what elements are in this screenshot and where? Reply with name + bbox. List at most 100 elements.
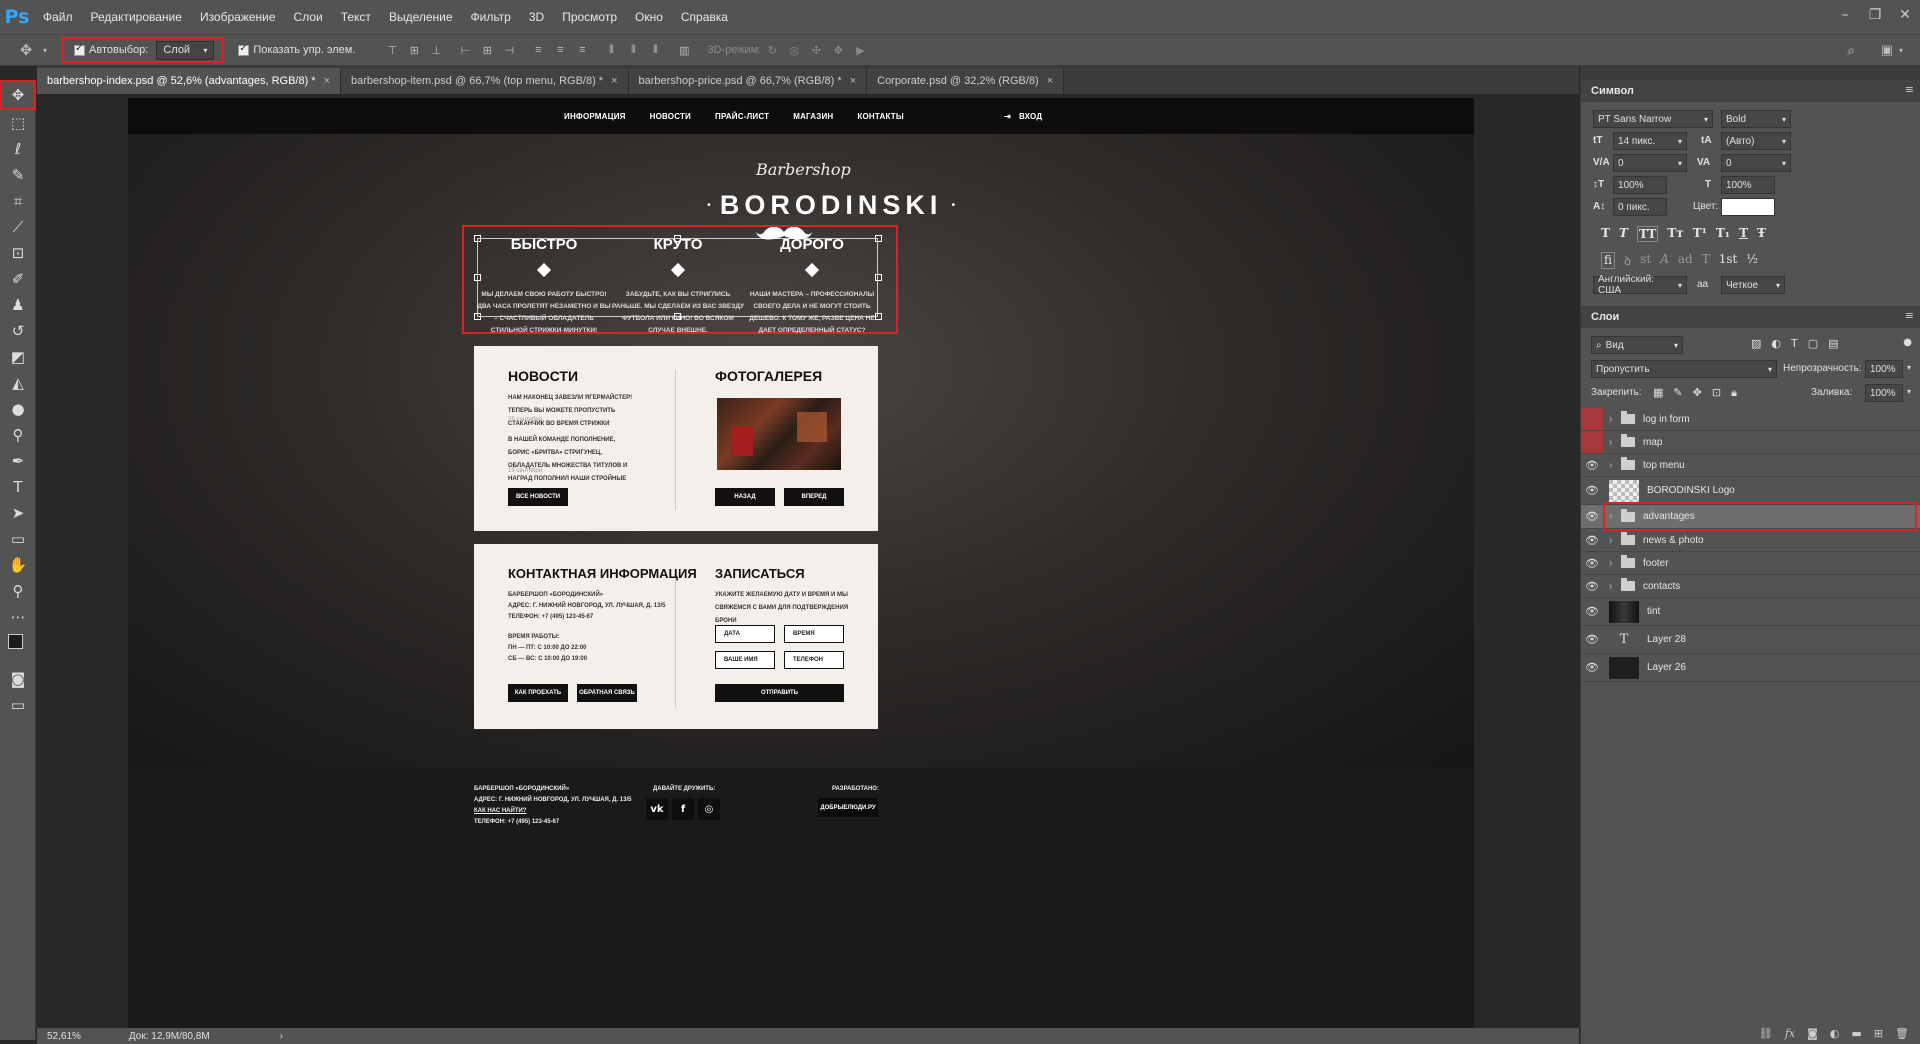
filter-smart-icon[interactable]: ▤ bbox=[1828, 337, 1838, 350]
eye-icon[interactable]: 👁︎ bbox=[1581, 661, 1603, 674]
paint-bucket-tool-icon[interactable]: ◭ bbox=[0, 370, 36, 396]
search-icon[interactable]: ⌕ bbox=[1843, 42, 1859, 58]
tab-barbershop-index[interactable]: barbershop-index.psd @ 52,6% (advantages… bbox=[37, 68, 342, 94]
distribute-vcenter-icon[interactable]: ≡ bbox=[552, 42, 568, 58]
subscript-button[interactable]: T₁ bbox=[1716, 226, 1730, 242]
layer-row[interactable]: › log in form bbox=[1581, 408, 1920, 431]
dodge-tool-icon[interactable]: ⚲ bbox=[0, 422, 36, 448]
layer-row[interactable]: 👁︎ › footer bbox=[1581, 552, 1920, 575]
close-icon[interactable]: × bbox=[324, 75, 330, 87]
layer-row[interactable]: 👁︎ Layer 26 bbox=[1581, 654, 1920, 682]
3d-pan-icon[interactable]: ✣ bbox=[808, 42, 824, 58]
distribute-top-icon[interactable]: ≡ bbox=[530, 42, 546, 58]
tab-barbershop-item[interactable]: barbershop-item.psd @ 66,7% (top menu, R… bbox=[341, 68, 629, 94]
3d-roll-icon[interactable]: ◎ bbox=[786, 42, 802, 58]
menu-layers[interactable]: Слои bbox=[285, 0, 332, 34]
align-bottom-icon[interactable]: ⊥ bbox=[428, 42, 444, 58]
quick-select-tool-icon[interactable]: ✎ bbox=[0, 162, 36, 188]
horizontal-scale-field[interactable]: 100% bbox=[1721, 176, 1775, 194]
chevron-right-icon[interactable]: › bbox=[1609, 558, 1621, 569]
blur-tool-icon[interactable]: ● bbox=[0, 396, 36, 422]
move-tool-icon[interactable]: ✥ bbox=[0, 80, 36, 110]
menu-edit[interactable]: Редактирование bbox=[82, 0, 191, 34]
type-tool-icon[interactable]: T bbox=[0, 474, 36, 500]
distribute-bottom-icon[interactable]: ≡ bbox=[574, 42, 590, 58]
chevron-right-icon[interactable]: › bbox=[1609, 437, 1621, 448]
align-right-icon[interactable]: ⊣ bbox=[501, 42, 517, 58]
leading-field[interactable]: (Авто) ▾ bbox=[1721, 132, 1791, 150]
filter-shape-icon[interactable]: ▢ bbox=[1808, 337, 1818, 350]
move-tool-icon[interactable]: ✥ bbox=[18, 42, 34, 59]
stylistic-alternates-button[interactable]: A bbox=[1660, 252, 1669, 269]
show-transform-checkbox[interactable] bbox=[238, 43, 250, 56]
faux-italic-button[interactable]: T bbox=[1619, 226, 1628, 242]
baseline-shift-field[interactable]: 0 пикс. bbox=[1613, 198, 1667, 216]
antialias-select[interactable]: Четкое ▾ bbox=[1721, 276, 1785, 294]
faux-bold-button[interactable]: T bbox=[1601, 226, 1610, 242]
menu-select[interactable]: Выделение bbox=[380, 0, 462, 34]
close-icon[interactable]: ✕ bbox=[1890, 0, 1920, 34]
chevron-right-icon[interactable]: › bbox=[1609, 414, 1621, 425]
chevron-down-icon[interactable]: ▾ bbox=[1893, 42, 1909, 58]
strikethrough-button[interactable]: Ŧ bbox=[1757, 226, 1766, 242]
frame-tool-icon[interactable]: ⊡ bbox=[0, 240, 36, 266]
text-color-swatch[interactable] bbox=[1721, 198, 1775, 216]
filter-adjustment-icon[interactable]: ◐ bbox=[1771, 337, 1781, 350]
menu-help[interactable]: Справка bbox=[672, 0, 737, 34]
autoselect-checkbox[interactable] bbox=[74, 43, 85, 56]
font-style-select[interactable]: Bold ▾ bbox=[1721, 110, 1791, 128]
document-canvas[interactable]: ИНФОРМАЦИЯ НОВОСТИ ПРАЙС-ЛИСТ МАГАЗИН КО… bbox=[128, 98, 1474, 1028]
brush-tool-icon[interactable]: ✐ bbox=[0, 266, 36, 292]
layer-row[interactable]: › map bbox=[1581, 431, 1920, 454]
adjustment-icon[interactable]: ◐ bbox=[1830, 1027, 1840, 1040]
zoom-level[interactable]: 52,61% bbox=[47, 1031, 81, 1042]
menu-type[interactable]: Текст bbox=[332, 0, 380, 34]
foreground-color-swatch[interactable] bbox=[8, 634, 23, 649]
font-size-field[interactable]: 14 пикс. ▾ bbox=[1613, 132, 1687, 150]
lock-position-icon[interactable]: ✥ bbox=[1693, 386, 1702, 400]
close-icon[interactable]: × bbox=[611, 75, 617, 87]
quick-mask-icon[interactable]: ◙ bbox=[0, 666, 36, 692]
lock-artboard-icon[interactable]: ⊡ bbox=[1712, 386, 1721, 400]
layers-panel-title[interactable]: Слои bbox=[1581, 306, 1920, 328]
align-left-icon[interactable]: ⊢ bbox=[457, 42, 473, 58]
lock-transparency-icon[interactable]: ▦ bbox=[1653, 386, 1663, 400]
small-caps-button[interactable]: Tт bbox=[1667, 226, 1683, 242]
language-select[interactable]: Английский: США ▾ bbox=[1593, 274, 1687, 296]
eyedropper-tool-icon[interactable]: ⟋ bbox=[0, 214, 36, 240]
layer-row[interactable]: 👁︎ › top menu bbox=[1581, 454, 1920, 477]
eraser-tool-icon[interactable]: ◩ bbox=[0, 344, 36, 370]
history-brush-tool-icon[interactable]: ↺ bbox=[0, 318, 36, 344]
align-vcenter-icon[interactable]: ⊞ bbox=[406, 42, 422, 58]
menu-image[interactable]: Изображение bbox=[191, 0, 285, 34]
all-caps-button[interactable]: TT bbox=[1636, 226, 1659, 242]
eye-icon[interactable]: 👁︎ bbox=[1581, 580, 1603, 593]
fractions-button[interactable]: ½ bbox=[1746, 252, 1758, 269]
layer-row[interactable]: 👁︎ T Layer 28 bbox=[1581, 626, 1920, 654]
ordinals-button[interactable]: 1st bbox=[1719, 252, 1738, 269]
close-icon[interactable]: × bbox=[1047, 75, 1053, 87]
underline-button[interactable]: T bbox=[1739, 226, 1748, 242]
fill-field[interactable]: 100% bbox=[1865, 384, 1903, 402]
chevron-down-icon[interactable]: ▾ bbox=[37, 42, 53, 58]
layer-row-selected[interactable]: 👁︎ › advantages bbox=[1581, 502, 1920, 531]
kerning-field[interactable]: 0 ▾ bbox=[1613, 154, 1687, 172]
layer-filter-select[interactable]: ⌕ Вид ▾ bbox=[1591, 336, 1683, 354]
color-swatches[interactable] bbox=[0, 630, 36, 666]
eye-icon[interactable]: 👁︎ bbox=[1581, 484, 1603, 497]
auto-align-icon[interactable]: ▥ bbox=[676, 42, 692, 58]
hand-tool-icon[interactable]: ✋ bbox=[0, 552, 36, 578]
superscript-button[interactable]: T¹ bbox=[1693, 226, 1707, 242]
eye-icon[interactable]: 👁︎ bbox=[1581, 605, 1603, 618]
eye-icon[interactable]: 👁︎ bbox=[1581, 557, 1603, 570]
layer-row[interactable]: 👁︎ tint bbox=[1581, 598, 1920, 626]
chevron-right-icon[interactable]: › bbox=[1609, 581, 1621, 592]
chevron-down-icon[interactable]: ▾ bbox=[1907, 363, 1911, 372]
chevron-right-icon[interactable]: › bbox=[1609, 460, 1621, 471]
zoom-tool-icon[interactable]: ⚲ bbox=[0, 578, 36, 604]
font-family-select[interactable]: PT Sans Narrow ▾ bbox=[1593, 110, 1713, 128]
eye-icon[interactable]: 👁︎ bbox=[1581, 459, 1603, 472]
lock-pixels-icon[interactable]: ✎ bbox=[1673, 386, 1682, 400]
titling-button[interactable]: ad bbox=[1678, 252, 1693, 269]
3d-rotate-icon[interactable]: ↻ bbox=[764, 42, 780, 58]
